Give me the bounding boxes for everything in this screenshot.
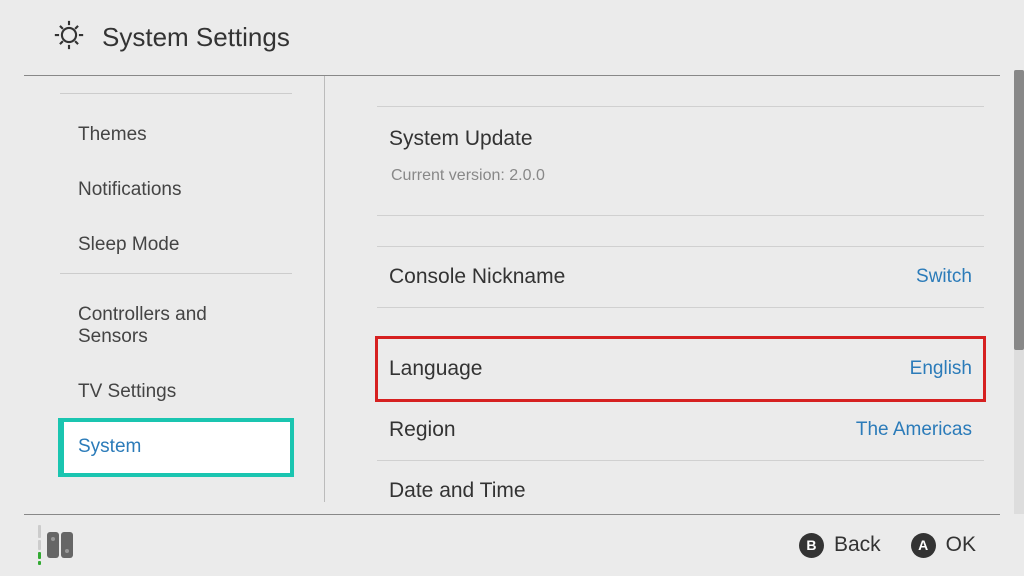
sidebar-item-themes[interactable]: Themes: [60, 108, 292, 163]
region-value: The Americas: [856, 419, 972, 441]
footer-buttons: B Back A OK: [799, 533, 976, 558]
signal-icon: [38, 525, 41, 565]
footer-divider: [24, 514, 1000, 515]
content-area: amiibo Themes Notifications Sleep Mode C…: [0, 76, 1024, 502]
settings-gear-icon: [52, 18, 86, 57]
sidebar-item-system[interactable]: System: [60, 420, 292, 475]
date-time-label: Date and Time: [389, 479, 526, 502]
a-button-icon: A: [911, 533, 936, 558]
b-button-icon: B: [799, 533, 824, 558]
sidebar-item-tv-settings[interactable]: TV Settings: [60, 365, 292, 420]
console-nickname-label: Console Nickname: [389, 265, 565, 289]
language-item[interactable]: Language English: [377, 338, 984, 400]
language-value: English: [910, 358, 972, 380]
page-title: System Settings: [102, 22, 290, 53]
date-time-item[interactable]: Date and Time Current date and time: 2/1…: [377, 461, 984, 502]
region-label: Region: [389, 418, 456, 442]
sidebar-item-amiibo[interactable]: amiibo: [60, 76, 292, 93]
sidebar-divider: [60, 273, 292, 274]
ok-button[interactable]: A OK: [911, 533, 976, 558]
sidebar-divider: [60, 93, 292, 94]
back-button[interactable]: B Back: [799, 533, 881, 558]
sidebar-item-notifications[interactable]: Notifications: [60, 163, 292, 218]
scrollbar-thumb[interactable]: [1014, 70, 1024, 350]
ok-label: OK: [946, 533, 976, 557]
controller-icon: [47, 532, 73, 558]
system-update-label: System Update: [377, 107, 984, 159]
sidebar-item-sleep-mode[interactable]: Sleep Mode: [60, 218, 292, 273]
header: System Settings: [0, 0, 1024, 75]
system-update-version: Current version: 2.0.0: [377, 159, 984, 216]
main-panel: System Update Current version: 2.0.0 Con…: [324, 76, 1024, 502]
footer: B Back A OK: [0, 514, 1024, 576]
system-update-item[interactable]: System Update Current version: 2.0.0: [377, 106, 984, 216]
footer-status: [38, 525, 73, 565]
region-item[interactable]: Region The Americas: [377, 400, 984, 461]
back-label: Back: [834, 533, 881, 557]
sidebar: amiibo Themes Notifications Sleep Mode C…: [0, 76, 312, 502]
language-label: Language: [389, 357, 482, 381]
sidebar-item-controllers-sensors[interactable]: Controllers and Sensors: [60, 288, 292, 365]
console-nickname-item[interactable]: Console Nickname Switch: [377, 246, 984, 308]
console-nickname-value: Switch: [916, 266, 972, 288]
